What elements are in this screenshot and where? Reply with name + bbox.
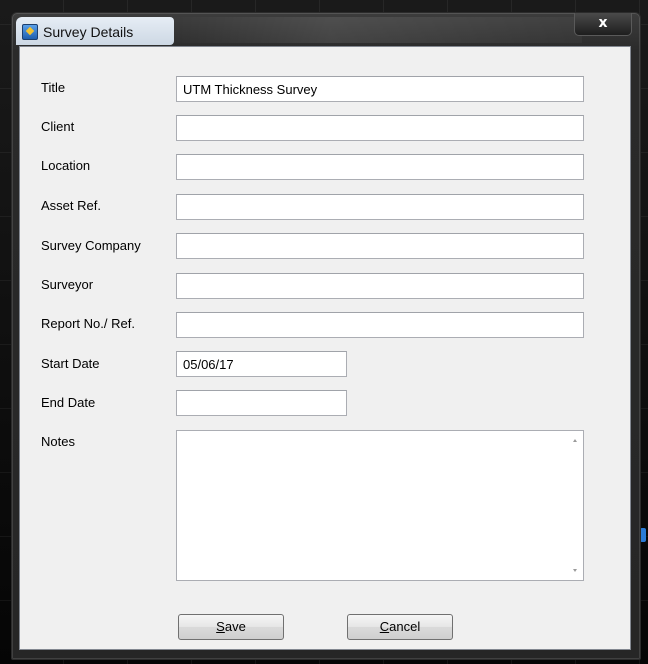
end-date-field[interactable]	[176, 390, 347, 416]
title-bar-glass	[162, 17, 582, 43]
report-ref-field[interactable]	[176, 312, 584, 338]
notes-textarea[interactable]	[176, 430, 584, 581]
cancel-button[interactable]: Cancel	[347, 614, 453, 640]
scroll-up-arrow-icon[interactable]	[573, 439, 577, 442]
start-date-label: Start Date	[41, 356, 100, 371]
location-label: Location	[41, 158, 91, 173]
location-field[interactable]	[176, 154, 584, 180]
surveyor-field[interactable]	[176, 273, 584, 299]
title-bar[interactable]: Survey Details x	[12, 13, 640, 47]
client-field[interactable]	[176, 115, 584, 141]
surveyor-label: Surveyor	[41, 277, 94, 292]
cancel-label-rest: ancel	[389, 619, 421, 634]
save-label-rest: ave	[224, 619, 246, 634]
save-button[interactable]: Save	[178, 614, 284, 640]
start-date-field[interactable]: 05/06/17	[176, 351, 347, 377]
report-ref-label: Report No./ Ref.	[41, 316, 135, 331]
window-title: Survey Details	[43, 24, 134, 40]
cancel-accelerator: C	[379, 619, 390, 634]
end-date-label: End Date	[41, 395, 96, 410]
app-icon	[22, 24, 38, 40]
scroll-down-arrow-icon[interactable]	[573, 569, 577, 572]
client-label: Client	[41, 119, 75, 134]
survey-company-field[interactable]	[176, 233, 584, 259]
save-accelerator: S	[216, 619, 225, 634]
asset-ref-field[interactable]	[176, 194, 584, 220]
title-field[interactable]: UTM Thickness Survey	[176, 76, 584, 102]
close-icon: x	[598, 15, 608, 31]
title-label: Title	[41, 80, 66, 95]
notes-label: Notes	[41, 434, 75, 449]
asset-ref-label: Asset Ref.	[41, 198, 101, 213]
survey-company-label: Survey Company	[41, 238, 141, 253]
close-button[interactable]: x	[574, 13, 632, 36]
